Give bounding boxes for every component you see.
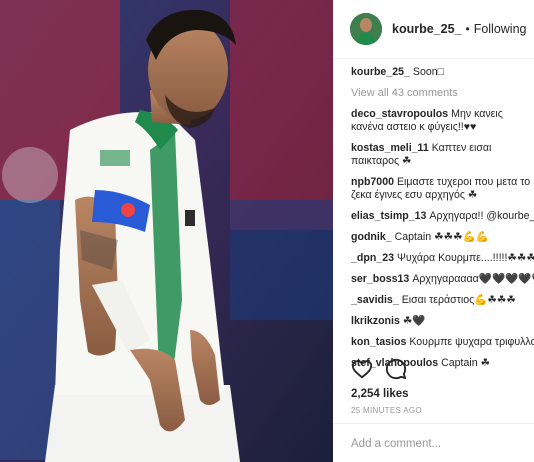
comment-item: elias_tsimp_13Αρχηγαρα!! @kourbe_25_ <box>351 210 534 223</box>
comment-username[interactable]: npb7000 <box>351 176 394 188</box>
caption-username[interactable]: kourbe_25_ <box>351 66 410 78</box>
comment-text: Αρχηγαραααα🖤🖤🖤🖤🖤 <box>412 273 534 285</box>
comment-item: ser_boss13 Αρχηγαραααα🖤🖤🖤🖤🖤 <box>351 273 534 286</box>
post-sidebar: kourbe_25_ • Following kourbe_25_ Soon⁠□ … <box>333 0 534 462</box>
comment-username[interactable]: godnik_ <box>351 231 392 243</box>
comment-item: kostas_meli_11 Καπτεν εισαι παικταρος ☘ <box>351 142 534 168</box>
caption: kourbe_25_ Soon⁠□ <box>351 66 534 79</box>
avatar[interactable] <box>350 13 382 45</box>
comments-list: kourbe_25_ Soon⁠□ View all 43 comments de… <box>351 66 534 378</box>
post-photo[interactable] <box>0 0 333 462</box>
comment-text: Captain ☘ <box>441 357 491 369</box>
following-button[interactable]: Following <box>474 22 527 36</box>
comment-item: npb7000 Ειμαστε τυχεροι που μετα το ζεκα … <box>351 176 534 202</box>
header-username[interactable]: kourbe_25_ <box>392 22 461 36</box>
comment-username[interactable]: kostas_meli_11 <box>351 142 429 154</box>
add-comment-bar: Add a comment... <box>333 423 534 462</box>
comment-item: _savidis_ Εισαι τεράστιος💪☘☘☘ <box>351 294 534 307</box>
avatar-image <box>350 13 382 45</box>
add-comment-input[interactable]: Add a comment... <box>351 438 441 450</box>
likes-count[interactable]: 2,254 likes <box>351 388 409 400</box>
post-timestamp: 25 MINUTES AGO <box>351 406 422 415</box>
comment-text: Αρχηγαρα!! @kourbe_25_ <box>429 210 534 222</box>
comment-username[interactable]: _savidis_ <box>351 294 399 306</box>
comment-username[interactable]: lkrikzonis <box>351 315 400 327</box>
post-actions <box>351 358 407 380</box>
comment-username[interactable]: elias_tsimp_13 <box>351 210 426 222</box>
comment-item: lkrikzonis ☘🖤 <box>351 315 534 328</box>
separator-dot: • <box>465 22 470 36</box>
heart-icon[interactable] <box>351 358 373 380</box>
comment-text: Κουρμπε ψυχαρα τριφυλλαρα <box>409 336 534 348</box>
comment-text: ☘🖤 <box>402 315 426 327</box>
view-all-comments-link[interactable]: View all 43 comments <box>351 87 534 100</box>
comment-username[interactable]: _dpn_23 <box>351 252 394 264</box>
comment-text: Ψυχάρα Κουρμπε....!!!!!☘☘☘☘☘ <box>396 252 534 264</box>
comment-item: deco_stavropoulos Μην κανεις κανένα αστει… <box>351 108 534 134</box>
post-header: kourbe_25_ • Following <box>333 0 534 59</box>
comment-username[interactable]: deco_stavropoulos <box>351 108 448 120</box>
comment-item: godnik_ Captain ☘☘☘💪💪 <box>351 231 534 244</box>
comment-username[interactable]: kon_tasios <box>351 336 406 348</box>
comment-text: Captain ☘☘☘💪💪 <box>394 231 489 243</box>
comment-text: Εισαι τεράστιος💪☘☘☘ <box>401 294 516 306</box>
player-photo-image <box>0 0 333 462</box>
comment-username[interactable]: ser_boss13 <box>351 273 409 285</box>
comment-item: kon_tasiosΚουρμπε ψυχαρα τριφυλλαρα <box>351 336 534 349</box>
comment-icon[interactable] <box>385 358 407 380</box>
caption-text: Soon⁠□ <box>412 66 445 78</box>
comment-item: _dpn_23Ψυχάρα Κουρμπε....!!!!!☘☘☘☘☘ <box>351 252 534 265</box>
